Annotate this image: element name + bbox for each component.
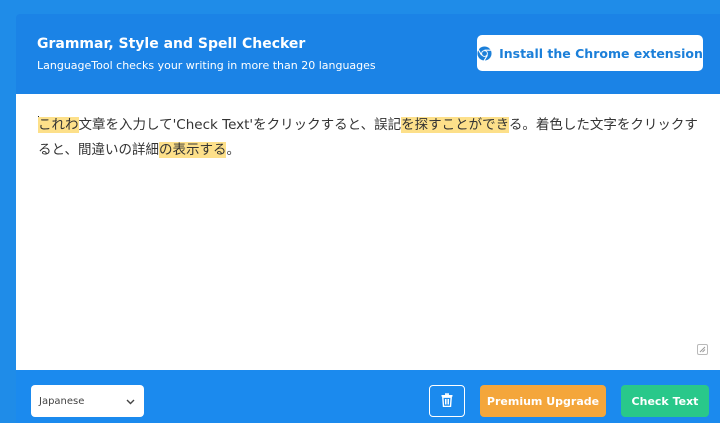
header: Grammar, Style and Spell Checker Languag… bbox=[16, 14, 720, 94]
chrome-icon bbox=[477, 45, 492, 61]
premium-upgrade-button[interactable]: Premium Upgrade bbox=[480, 385, 606, 417]
clear-text-button[interactable] bbox=[429, 385, 465, 417]
checker-panel: Grammar, Style and Spell Checker Languag… bbox=[16, 14, 720, 423]
trash-icon bbox=[441, 392, 453, 411]
editor-text-segment: 。 bbox=[226, 142, 240, 158]
footer-toolbar: Japanese Premium Upgrade Check Text bbox=[16, 370, 720, 423]
page-title: Grammar, Style and Spell Checker bbox=[37, 36, 306, 52]
flagged-error-highlight[interactable]: これわ bbox=[38, 117, 79, 133]
language-select-value: Japanese bbox=[39, 395, 85, 407]
chevron-down-icon bbox=[126, 397, 135, 408]
install-chrome-extension-label: Install the Chrome extension bbox=[499, 45, 703, 61]
install-chrome-extension-button[interactable]: Install the Chrome extension bbox=[477, 35, 703, 71]
text-editor[interactable]: これわ文章を入力して'Check Text'をクリックすると、誤記を探すことがで… bbox=[16, 94, 720, 370]
flagged-error-highlight[interactable]: の表示する bbox=[158, 142, 227, 158]
resize-handle-icon[interactable] bbox=[697, 344, 708, 355]
page-subtitle: LanguageTool checks your writing in more… bbox=[37, 59, 376, 72]
flagged-error-highlight[interactable]: を探すことができ bbox=[401, 117, 509, 133]
check-text-button[interactable]: Check Text bbox=[621, 385, 709, 417]
language-select[interactable]: Japanese bbox=[31, 385, 144, 417]
editor-text[interactable]: これわ文章を入力して'Check Text'をクリックすると、誤記を探すことがで… bbox=[38, 113, 698, 163]
editor-text-segment: 文章を入力して'Check Text'をクリックすると、誤記 bbox=[78, 117, 402, 133]
